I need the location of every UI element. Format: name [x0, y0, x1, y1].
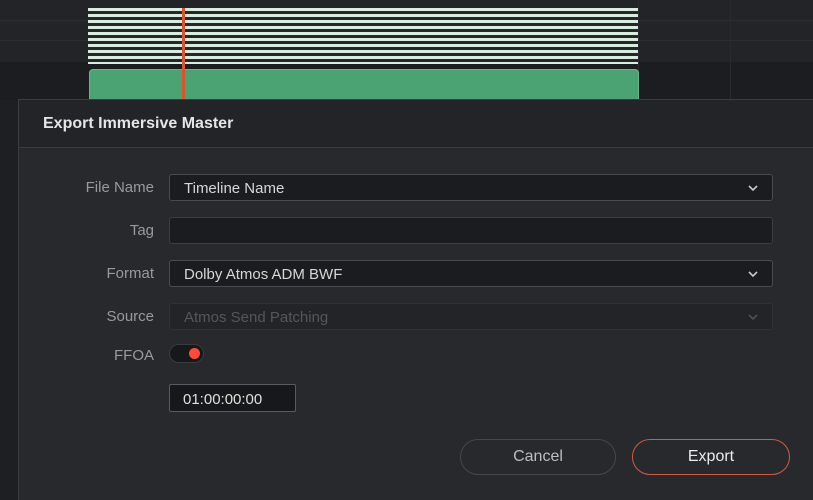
source-value: Atmos Send Patching: [184, 309, 329, 326]
playhead[interactable]: [182, 8, 185, 100]
dialog-title: Export Immersive Master: [43, 115, 234, 132]
timeline-area: [0, 0, 813, 103]
toggle-knob: [189, 348, 200, 359]
tag-input[interactable]: [169, 217, 773, 244]
ffoa-label: FFOA: [114, 347, 154, 364]
export-button[interactable]: Export: [632, 439, 790, 475]
timeline-clip[interactable]: [89, 69, 639, 103]
format-label: Format: [106, 265, 154, 282]
chevron-down-icon: [748, 185, 758, 192]
format-value: Dolby Atmos ADM BWF: [184, 266, 343, 283]
export-immersive-master-dialog: Export Immersive Master File Name Timeli…: [18, 99, 813, 500]
format-dropdown[interactable]: Dolby Atmos ADM BWF: [169, 260, 773, 287]
dialog-header: Export Immersive Master: [19, 100, 813, 148]
ffoa-timecode-input[interactable]: 01:00:00:00: [169, 384, 296, 412]
source-label: Source: [106, 308, 154, 325]
ffoa-toggle[interactable]: [169, 344, 204, 363]
cancel-button[interactable]: Cancel: [460, 439, 616, 475]
file-name-label: File Name: [85, 179, 154, 196]
chevron-down-icon: [748, 314, 758, 321]
file-name-value: Timeline Name: [184, 180, 285, 197]
timeline-gridline: [730, 0, 731, 100]
source-dropdown: Atmos Send Patching: [169, 303, 773, 330]
chevron-down-icon: [748, 271, 758, 278]
tag-label: Tag: [129, 222, 154, 239]
file-name-dropdown[interactable]: Timeline Name: [169, 174, 773, 201]
ffoa-timecode-value: 01:00:00:00: [183, 391, 263, 408]
audio-channel-waveforms: [88, 8, 638, 64]
